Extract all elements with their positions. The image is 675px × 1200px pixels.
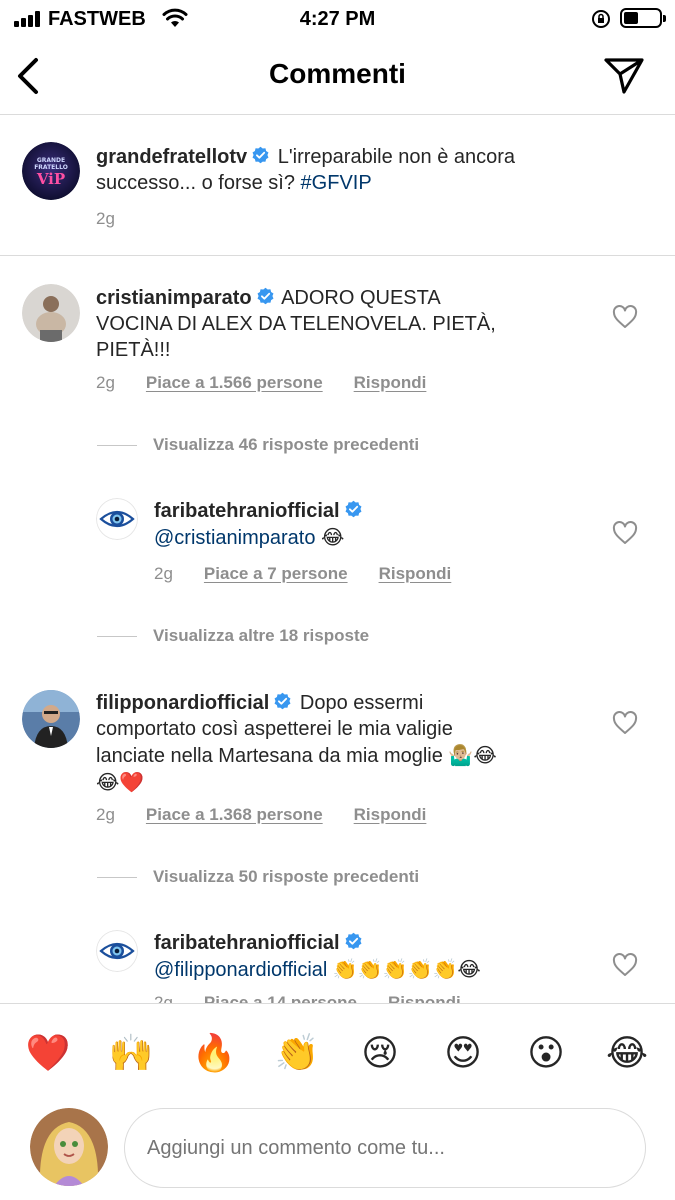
comment-username[interactable]: cristianimparato [96, 287, 252, 309]
avatar-faribatehraniofficial[interactable] [96, 930, 138, 972]
svg-text:GRANDE: GRANDE [37, 157, 65, 164]
heart-outline-icon[interactable] [612, 305, 638, 329]
reaction-crying[interactable]: 😢 [355, 1029, 405, 1079]
reply-text: faribatehraniofficial @filipponardioffic… [154, 930, 594, 983]
caption-age: 2g [96, 209, 115, 228]
divider [97, 635, 137, 637]
comment-line: ADORO QUESTA [281, 287, 441, 309]
reply-meta: 2g Piace a 7 persone Rispondi [154, 564, 451, 584]
caption-username[interactable]: grandefratellotv [96, 146, 247, 168]
heart-outline-icon[interactable] [612, 953, 638, 977]
comment-line: VOCINA DI ALEX DA TELENOVELA. PIETÀ, [96, 313, 496, 335]
comment-username[interactable]: filipponardiofficial [96, 692, 269, 714]
emoji-text: 👏👏👏👏👏😂 [332, 957, 481, 981]
view-replies-button[interactable]: Visualizza 46 risposte precedenti [97, 435, 419, 455]
current-user-avatar [30, 1108, 108, 1186]
comment-input[interactable] [124, 1108, 646, 1188]
comment-line: Dopo essermi [299, 692, 424, 714]
reply-username[interactable]: faribatehraniofficial [154, 932, 340, 954]
reaction-heart[interactable]: ❤️ [23, 1029, 73, 1079]
likes-link[interactable]: Piace a 1.566 persone [146, 373, 323, 393]
caption-text: grandefratellotv L'irreparabile non è an… [96, 144, 636, 196]
comment-meta: 2g Piace a 1.368 persone Rispondi [96, 805, 426, 825]
reply-age: 2g [154, 564, 173, 583]
emoji-text: 😂 [321, 525, 345, 549]
reaction-raised-hands[interactable]: 🙌 [106, 1029, 156, 1079]
verified-badge-icon [274, 692, 291, 710]
reply-button[interactable]: Rispondi [354, 373, 427, 393]
comment-age: 2g [96, 805, 115, 824]
comment-line: PIETÀ!!! [96, 339, 171, 361]
avatar-cristianimparato[interactable] [22, 284, 80, 342]
reply-meta: 2g Piace a 14 persone Rispondi [154, 993, 461, 1003]
divider [97, 876, 137, 878]
reply-button[interactable]: Rispondi [379, 564, 452, 584]
heart-outline-icon[interactable] [612, 711, 638, 735]
view-replies-label: Visualizza altre 18 risposte [153, 626, 370, 645]
view-replies-button[interactable]: Visualizza altre 18 risposte [97, 626, 369, 646]
verified-badge-icon [252, 146, 269, 164]
likes-link[interactable]: Piace a 7 persone [204, 564, 348, 584]
reaction-laughing[interactable]: 😂 [602, 1029, 652, 1079]
reply-age: 2g [154, 993, 173, 1003]
heart-outline-icon[interactable] [612, 521, 638, 545]
reply-text: faribatehraniofficial @cristianimparato … [154, 498, 584, 551]
hashtag-link[interactable]: #GFVIP [301, 172, 372, 194]
svg-text:ViP: ViP [36, 170, 65, 188]
verified-badge-icon [345, 500, 362, 518]
reaction-heart-eyes[interactable]: 😍 [438, 1029, 488, 1079]
comment-text: cristianimparato ADORO QUESTA VOCINA DI … [96, 285, 566, 363]
comment-composer: ❤️ 🙌 🔥 👏 😢 😍 😮 😂 [0, 1003, 675, 1200]
divider [97, 444, 137, 446]
verified-badge-icon [257, 287, 274, 305]
caption-line-2: successo... o forse sì? [96, 172, 295, 194]
quick-reactions: ❤️ 🙌 🔥 👏 😢 😍 😮 😂 [0, 1029, 675, 1079]
reaction-clap[interactable]: 👏 [272, 1029, 322, 1079]
reply-username[interactable]: faribatehraniofficial [154, 500, 340, 522]
comment-line: lanciate nella Martesana da mia moglie [96, 745, 443, 767]
avatar-grandefratellotv[interactable]: GRANDE FRATELLO ViP [22, 142, 80, 200]
reaction-surprised[interactable]: 😮 [521, 1029, 571, 1079]
mention-link[interactable]: @cristianimparato [154, 527, 315, 549]
comment-meta: 2g Piace a 1.566 persone Rispondi [96, 373, 426, 393]
comment-age: 2g [96, 373, 115, 392]
comment-line: comportato così aspetterei le mia valigi… [96, 718, 453, 740]
likes-link[interactable]: Piace a 1.368 persone [146, 805, 323, 825]
emoji-text: 😂❤️ [96, 770, 145, 794]
verified-badge-icon [345, 932, 362, 950]
comment-text: filipponardiofficial Dopo essermi compor… [96, 690, 596, 796]
reply-button[interactable]: Rispondi [354, 805, 427, 825]
reply-button[interactable]: Rispondi [388, 993, 461, 1003]
caption-line-1: L'irreparabile non è ancora [277, 146, 516, 168]
likes-link[interactable]: Piace a 14 persone [204, 993, 357, 1003]
view-replies-label: Visualizza 46 risposte precedenti [153, 435, 420, 454]
reaction-fire[interactable]: 🔥 [189, 1029, 239, 1079]
avatar-filipponardiofficial[interactable] [22, 690, 80, 748]
view-replies-button[interactable]: Visualizza 50 risposte precedenti [97, 867, 419, 887]
mention-link[interactable]: @filipponardiofficial [154, 959, 327, 981]
emoji-text: 🤷🏼‍♂️😂 [448, 743, 497, 767]
post-caption: GRANDE FRATELLO ViP grandefratellotv L'i… [0, 116, 675, 256]
view-replies-label: Visualizza 50 risposte precedenti [153, 867, 420, 886]
avatar-faribatehraniofficial[interactable] [96, 498, 138, 540]
comments-scroll[interactable]: GRANDE FRATELLO ViP grandefratellotv L'i… [0, 0, 675, 1003]
caption-meta: 2g [96, 209, 115, 229]
